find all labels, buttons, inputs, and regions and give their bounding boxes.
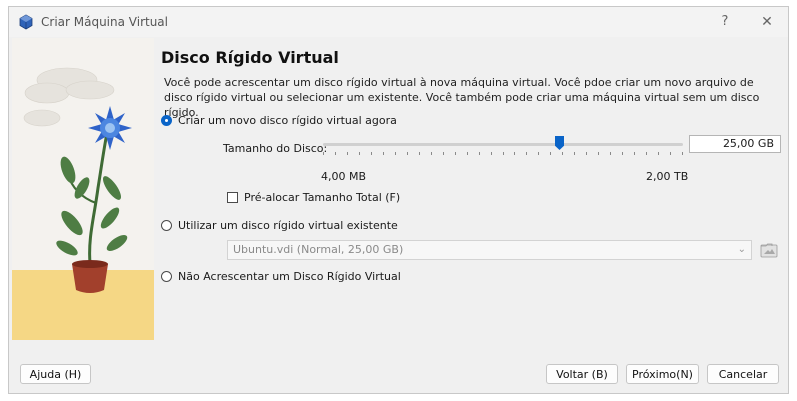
no-disk-label: Não Acrescentar um Disco Rígido Virtual [178,270,401,283]
existing-disk-select[interactable]: Ubuntu.vdi (Normal, 25,00 GB) ⌄ [227,240,752,260]
help-title-button[interactable]: ? [715,13,735,31]
slider-tick [538,152,539,155]
slider-track [323,143,683,146]
slider-tick [407,152,408,155]
slider-tick [598,152,599,155]
folder-icon[interactable] [759,240,779,260]
slider-tick [514,152,515,155]
no-disk-radio[interactable] [161,271,172,282]
disk-size-input[interactable]: 25,00 GB [689,135,781,153]
use-existing-disk-label: Utilizar um disco rígido virtual existen… [178,219,398,232]
slider-tick [431,152,432,155]
slider-max-label: 2,00 TB [646,170,689,183]
slider-tick [670,152,671,155]
slider-tick [419,152,420,155]
wizard-content: Disco Rígido Virtual Você pode acrescent… [161,38,787,348]
help-button[interactable]: Ajuda (H) [20,364,91,384]
slider-tick [586,152,587,155]
slider-tick [371,152,372,155]
slider-tick [550,152,551,155]
create-new-disk-radio[interactable] [161,115,172,126]
virtualbox-icon [19,14,33,30]
slider-tick [479,152,480,155]
slider-tick [526,152,527,155]
preallocate-checkbox[interactable] [227,192,238,203]
button-bar: Ajuda (H) Voltar (B) Próximo(N) Cancelar [9,348,788,393]
page-title: Disco Rígido Virtual [161,48,339,67]
chevron-down-icon: ⌄ [737,244,746,255]
slider-tick [574,152,575,155]
slider-tick [682,152,683,155]
use-existing-disk-option[interactable]: Utilizar um disco rígido virtual existen… [161,219,398,232]
use-existing-disk-radio[interactable] [161,220,172,231]
wizard-illustration [12,38,154,340]
preallocate-label: Pré-alocar Tamanho Total (F) [244,191,401,204]
slider-tick [658,152,659,155]
close-button[interactable]: ✕ [757,13,777,31]
slider-tick [562,152,563,155]
slider-tick [395,152,396,155]
next-button[interactable]: Próximo(N) [626,364,699,384]
slider-tick [347,152,348,155]
slider-tick [634,152,635,155]
slider-tick [646,152,647,155]
preallocate-option[interactable]: Pré-alocar Tamanho Total (F) [227,191,400,204]
slider-tick [622,152,623,155]
slider-tick [323,152,324,155]
dialog-window: Criar Máquina Virtual ? ✕ Disco Rígido V… [8,6,789,394]
back-button[interactable]: Voltar (B) [546,364,618,384]
slider-tick [503,152,504,155]
slider-tick [383,152,384,155]
slider-min-label: 4,00 MB [321,170,367,183]
create-new-disk-label: Criar um novo disco rígido virtual agora [178,114,397,127]
no-disk-option[interactable]: Não Acrescentar um Disco Rígido Virtual [161,270,401,283]
slider-tick [467,152,468,155]
title-bar: Criar Máquina Virtual ? ✕ [9,7,788,37]
slider-tick [443,152,444,155]
existing-disk-value: Ubuntu.vdi (Normal, 25,00 GB) [233,243,404,256]
window-title: Criar Máquina Virtual [41,15,168,29]
slider-tick [335,152,336,155]
slider-tick [610,152,611,155]
slider-tick [359,152,360,155]
disk-size-slider[interactable] [323,136,683,158]
slider-thumb[interactable] [555,136,564,150]
slider-tick [455,152,456,155]
slider-tick [491,152,492,155]
cancel-button[interactable]: Cancelar [707,364,779,384]
create-new-disk-option[interactable]: Criar um novo disco rígido virtual agora [161,114,397,127]
disk-size-label: Tamanho do Disco: [223,142,328,155]
